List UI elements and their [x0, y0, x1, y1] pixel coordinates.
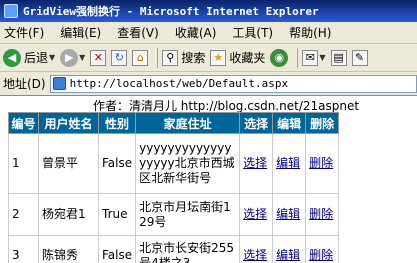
cell-number: 1 — [8, 133, 39, 194]
cell-number: 3 — [8, 235, 39, 263]
page-icon — [52, 77, 66, 90]
edit-link[interactable]: 编辑 — [272, 193, 307, 236]
media-icon: ◉ — [270, 48, 289, 67]
address-url: http://localhost/web/Default.aspx — [69, 77, 289, 90]
page-content: 作者：清清月儿 http://blog.csdn.net/21aspnet 编号… — [0, 96, 417, 263]
header-select: 选择 — [239, 112, 274, 134]
table-row: 2 杨宛君1 True 北京市月坛南街129号 选择 编辑 删除 — [8, 193, 340, 236]
table-row: 3 陈锦秀 False 北京市长安街255号4楼之3 选择 编辑 删除 — [8, 235, 340, 263]
cell-name: 曾景平 — [38, 133, 99, 194]
print-icon: ▤ — [330, 49, 347, 66]
ie-icon — [4, 4, 18, 18]
toolbar-separator — [157, 47, 159, 68]
home-button[interactable]: ⌂ — [132, 49, 149, 66]
menu-bar: 文件(F) 编辑(E) 查看(V) 收藏(A) 工具(T) 帮助(H) — [0, 22, 417, 44]
select-link[interactable]: 选择 — [239, 193, 274, 236]
forward-button[interactable]: ▶ ▼ — [60, 48, 85, 67]
favorites-label: 收藏夹 — [229, 51, 266, 65]
chevron-down-icon[interactable]: ▼ — [49, 53, 55, 62]
cell-name: 杨宛君1 — [38, 193, 99, 236]
cell-name: 陈锦秀 — [38, 235, 99, 263]
back-arrow-icon: ◀ — [3, 48, 21, 67]
chevron-down-icon[interactable]: ▼ — [79, 53, 85, 62]
stop-button[interactable]: ✕ — [90, 49, 107, 66]
back-button[interactable]: ◀ 后退 ▼ — [3, 48, 55, 67]
cell-address: yyyyyyyyyyyyyyyyyy北京市西城区北新华街号 — [135, 133, 241, 194]
search-button[interactable]: ⚲ 搜索 — [162, 49, 205, 66]
chevron-down-icon[interactable]: ▼ — [319, 53, 325, 62]
star-icon: ★ — [210, 49, 227, 66]
media-button[interactable]: ◉ — [270, 48, 289, 67]
refresh-icon: ↻ — [111, 49, 128, 66]
refresh-button[interactable]: ↻ — [111, 49, 128, 66]
header-edit: 编辑 — [272, 112, 307, 134]
delete-link[interactable]: 删除 — [305, 193, 340, 236]
menu-tools[interactable]: 工具(T) — [232, 24, 273, 41]
home-icon: ⌂ — [132, 49, 149, 66]
address-input[interactable]: http://localhost/web/Default.aspx — [49, 74, 417, 93]
table-header-row: 编号 用户姓名 性别 家庭住址 选择 编辑 删除 — [8, 112, 340, 134]
cell-gender: True — [97, 193, 137, 236]
edit-page-button[interactable]: ✎ — [351, 49, 368, 66]
table-row: 1 曾景平 False yyyyyyyyyyyyyyyyyy北京市西城区北新华街… — [8, 133, 340, 194]
select-link[interactable]: 选择 — [239, 133, 274, 194]
header-address: 家庭住址 — [135, 112, 241, 134]
mail-button[interactable]: ✉ ▼ — [302, 49, 326, 66]
menu-help[interactable]: 帮助(H) — [289, 24, 331, 41]
edit-icon: ✎ — [351, 49, 368, 66]
mail-icon: ✉ — [302, 49, 319, 66]
header-number: 编号 — [8, 112, 39, 134]
toolbar-separator — [297, 47, 299, 68]
cell-gender: False — [97, 235, 137, 263]
address-bar: 地址(D) http://localhost/web/Default.aspx — [0, 72, 417, 96]
title-bar: GridView强制换行 - Microsoft Internet Explor… — [0, 0, 417, 22]
delete-link[interactable]: 删除 — [305, 133, 340, 194]
toolbar: ◀ 后退 ▼ ▶ ▼ ✕ ↻ ⌂ ⚲ 搜索 ★ 收藏夹 ◉ ✉ ▼ ▤ ✎ — [0, 44, 417, 72]
forward-arrow-icon: ▶ — [60, 48, 79, 67]
menu-favorites[interactable]: 收藏(A) — [175, 24, 217, 41]
menu-view[interactable]: 查看(V) — [117, 24, 159, 41]
address-label: 地址(D) — [3, 77, 46, 91]
search-label: 搜索 — [181, 51, 206, 65]
search-icon: ⚲ — [162, 49, 179, 66]
edit-link[interactable]: 编辑 — [272, 133, 307, 194]
delete-link[interactable]: 删除 — [305, 235, 340, 263]
header-name: 用户姓名 — [38, 112, 99, 134]
print-button[interactable]: ▤ — [330, 49, 347, 66]
header-gender: 性别 — [97, 112, 137, 134]
header-delete: 删除 — [305, 112, 340, 134]
stop-icon: ✕ — [90, 49, 107, 66]
back-label: 后退 — [24, 51, 49, 65]
favorites-button[interactable]: ★ 收藏夹 — [210, 49, 265, 66]
select-link[interactable]: 选择 — [239, 235, 274, 263]
edit-link[interactable]: 编辑 — [272, 235, 307, 263]
cell-gender: False — [97, 133, 137, 194]
cell-address: 北京市长安街255号4楼之3 — [135, 235, 241, 263]
menu-edit[interactable]: 编辑(E) — [60, 24, 101, 41]
cell-address: 北京市月坛南街129号 — [135, 193, 241, 236]
window-title: GridView强制换行 - Microsoft Internet Explor… — [23, 5, 319, 18]
cell-number: 2 — [8, 193, 39, 236]
gridview-table: 编号 用户姓名 性别 家庭住址 选择 编辑 删除 1 曾景平 False yyy… — [8, 112, 340, 263]
menu-file[interactable]: 文件(F) — [4, 24, 44, 41]
